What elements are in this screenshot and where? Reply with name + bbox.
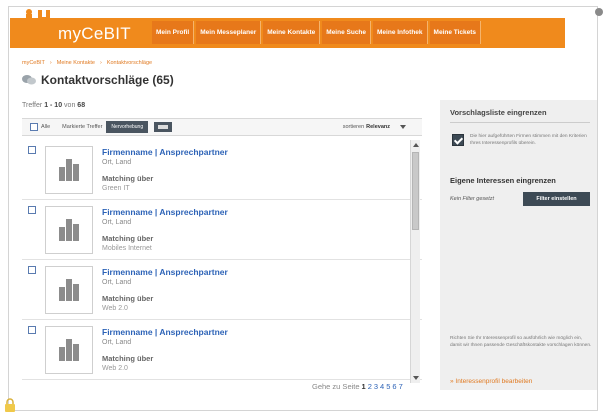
contact-list: Firmenname | Ansprechpartner Ort, Land M… xyxy=(22,140,422,383)
company-name-link[interactable]: Firmenname | Ansprechpartner xyxy=(102,147,228,157)
row-checkbox[interactable] xyxy=(28,146,36,154)
interest-profile-note: Richten Sie Ihr Interessenprofil so ausf… xyxy=(450,336,592,348)
company-location: Ort, Land xyxy=(102,219,132,226)
list-item: Firmenname | Ansprechpartner Ort, Land M… xyxy=(22,200,422,260)
chevron-down-icon[interactable] xyxy=(400,125,406,129)
no-filter-text: Kein Filter gesetzt xyxy=(450,196,495,202)
pagination-label: Gehe zu Seite xyxy=(312,382,360,391)
page-title: Kontaktvorschläge (65) xyxy=(41,73,174,87)
sort-select[interactable]: sortieren Relevanz xyxy=(343,124,406,130)
select-all-label: Alle xyxy=(41,124,51,130)
matching-topic: Mobiles Internet xyxy=(102,245,152,252)
select-all[interactable]: Alle xyxy=(30,123,50,131)
nav-meine-infothek[interactable]: Meine Infothek xyxy=(373,21,428,44)
filter-sidebar: Vorschlagsliste eingrenzen Die hier aufg… xyxy=(440,100,597,390)
sort-value: Relevanz xyxy=(366,124,390,130)
row-checkbox[interactable] xyxy=(28,326,36,334)
marked-hits-label: Markierte Treffer xyxy=(62,124,103,130)
building-icon xyxy=(59,339,79,361)
sidebar-divider xyxy=(450,122,590,123)
company-location: Ort, Land xyxy=(102,279,132,286)
matching-topic: Web 2.0 xyxy=(102,365,128,372)
breadcrumb: myCeBIT › Meine Kontakte › Kontaktvorsch… xyxy=(22,60,152,66)
matching-label: Matching über xyxy=(102,234,154,243)
edit-interest-profile-link[interactable]: » Interessenprofil bearbeiten xyxy=(450,378,532,385)
row-checkbox[interactable] xyxy=(28,266,36,274)
nav-meine-kontakte[interactable]: Meine Kontakte xyxy=(263,21,321,44)
company-location: Ort, Land xyxy=(102,159,132,166)
building-icon xyxy=(59,279,79,301)
matching-topic: Web 2.0 xyxy=(102,305,128,312)
page-link-6[interactable]: 6 xyxy=(392,382,396,391)
row-checkbox[interactable] xyxy=(28,206,36,214)
breadcrumb-separator-icon: › xyxy=(49,60,52,66)
hits-prefix: Treffer xyxy=(22,102,43,109)
set-filter-button[interactable]: Filter einstellen xyxy=(523,192,590,206)
print-icon[interactable] xyxy=(154,122,173,132)
pagination: Gehe zu Seite 1 2 3 4 5 6 7 xyxy=(312,382,403,391)
speech-bubbles-icon xyxy=(22,75,36,85)
page-link-4[interactable]: 4 xyxy=(380,382,384,391)
company-thumbnail[interactable] xyxy=(45,326,93,374)
company-name-link[interactable]: Firmenname | Ansprechpartner xyxy=(102,267,228,277)
matching-topic: Green IT xyxy=(102,185,130,192)
company-location: Ort, Land xyxy=(102,339,132,346)
lock-icon xyxy=(5,398,15,412)
highlight-button[interactable]: Nervorhebung xyxy=(106,121,149,133)
page-link-5[interactable]: 5 xyxy=(386,382,390,391)
results-toolbar: Alle Markierte Treffer Nervorhebung sort… xyxy=(22,118,422,136)
page-title-area: Kontaktvorschläge (65) xyxy=(22,73,174,87)
profile-match-checkbox[interactable] xyxy=(452,134,464,146)
matching-label: Matching über xyxy=(102,174,154,183)
hits-of: von xyxy=(64,102,76,109)
list-item: Firmenname | Ansprechpartner Ort, Land M… xyxy=(22,140,422,200)
sidebar-heading-interests: Eigene Interessen eingrenzen xyxy=(450,176,556,185)
building-icon xyxy=(59,219,79,241)
logo-text[interactable]: myCeBIT xyxy=(58,24,131,44)
company-thumbnail[interactable] xyxy=(45,206,93,254)
building-icon xyxy=(59,159,79,181)
nav-mein-messeplaner[interactable]: Mein Messeplaner xyxy=(196,21,262,44)
company-name-link[interactable]: Firmenname | Ansprechpartner xyxy=(102,327,228,337)
hit-count: Treffer 1 - 10 von 68 xyxy=(22,102,85,109)
breadcrumb-separator-icon: › xyxy=(99,60,102,66)
scrollbar-thumb[interactable] xyxy=(412,152,419,230)
scroll-up-icon[interactable] xyxy=(413,143,419,147)
matching-label: Matching über xyxy=(102,294,154,303)
company-thumbnail[interactable] xyxy=(45,266,93,314)
profile-match-note: Die hier aufgeführten Firmen stimmen mit… xyxy=(470,134,587,146)
sidebar-heading-restrict: Vorschlagsliste eingrenzen xyxy=(450,108,547,117)
breadcrumb-item-current: Kontaktvorschläge xyxy=(106,60,153,66)
company-name-link[interactable]: Firmenname | Ansprechpartner xyxy=(102,207,228,217)
nav-meine-tickets[interactable]: Meine Tickets xyxy=(429,21,482,44)
page-link-3[interactable]: 3 xyxy=(374,382,378,391)
page-link-1[interactable]: 1 xyxy=(362,382,366,391)
page-link-2[interactable]: 2 xyxy=(368,382,372,391)
select-all-checkbox[interactable] xyxy=(30,123,38,131)
breadcrumb-item-mycebit[interactable]: myCeBIT xyxy=(22,60,45,66)
window-corner-icon xyxy=(595,8,603,16)
page-link-7[interactable]: 7 xyxy=(399,382,403,391)
main-nav: Mein Profil Mein Messeplaner Meine Konta… xyxy=(152,21,482,44)
list-scrollbar[interactable] xyxy=(410,140,420,383)
matching-label: Matching über xyxy=(102,354,154,363)
scroll-down-icon[interactable] xyxy=(413,376,419,380)
hits-total: 68 xyxy=(77,102,86,109)
sort-label: sortieren xyxy=(342,124,365,130)
list-item: Firmenname | Ansprechpartner Ort, Land M… xyxy=(22,260,422,320)
list-item: Firmenname | Ansprechpartner Ort, Land M… xyxy=(22,320,422,380)
breadcrumb-item-kontakte[interactable]: Meine Kontakte xyxy=(57,60,95,66)
nav-meine-suche[interactable]: Meine Suche xyxy=(322,21,372,44)
nav-mein-profil[interactable]: Mein Profil xyxy=(152,21,195,44)
company-thumbnail[interactable] xyxy=(45,146,93,194)
hits-range: 1 - 10 xyxy=(44,102,63,109)
